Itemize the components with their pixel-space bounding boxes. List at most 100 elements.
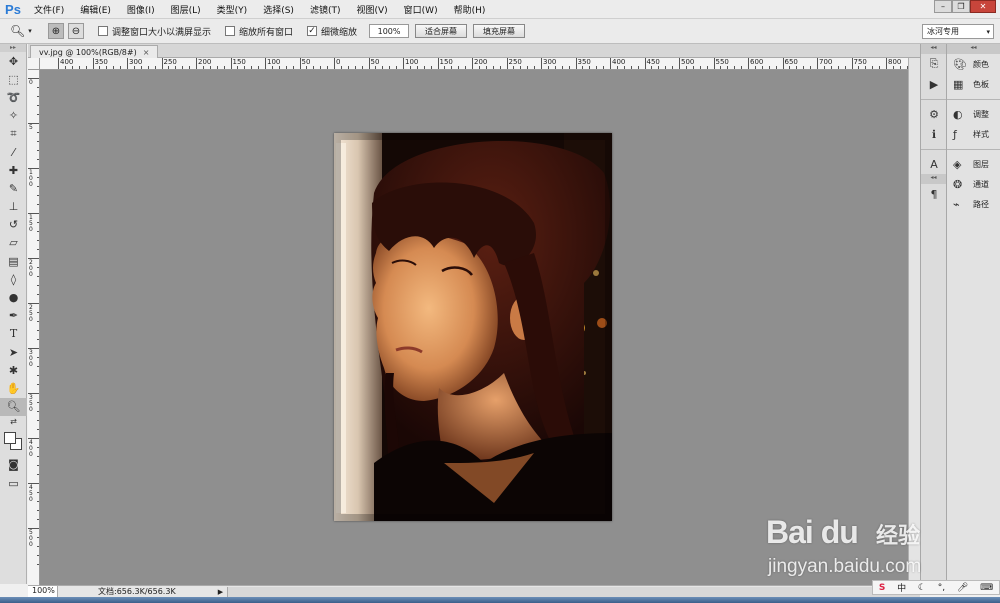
zoom-value-field[interactable]: 100%: [369, 24, 410, 38]
document-tab-title: vv.jpg @ 100%(RGB/8#): [39, 47, 137, 57]
ruler-minor-tick: [665, 66, 667, 69]
ruler-minor-tick: [375, 66, 377, 69]
status-zoom-field[interactable]: 100%: [28, 586, 58, 597]
swatches-panel-button[interactable]: ▦ 色板: [947, 74, 1000, 94]
brush-tool-icon[interactable]: ✎: [0, 179, 27, 197]
ruler-minor-tick: [706, 66, 708, 69]
scrubby-zoom-option[interactable]: ✓ 细微缩放: [307, 25, 357, 38]
adjustments-panel-button[interactable]: ◐ 调整: [947, 104, 1000, 124]
swap-colors-icon[interactable]: ⇄: [0, 416, 27, 428]
info-panel-icon[interactable]: ℹ: [921, 124, 947, 144]
menu-help[interactable]: 帮助(H): [446, 3, 494, 16]
lasso-tool-icon[interactable]: ➰: [0, 88, 27, 106]
zoom-all-windows-checkbox[interactable]: [225, 26, 236, 36]
dodge-tool-icon[interactable]: ●: [0, 288, 27, 306]
eraser-tool-icon[interactable]: ▱: [0, 234, 27, 252]
menu-select[interactable]: 选择(S): [255, 3, 302, 16]
gradient-tool-icon[interactable]: ▤: [0, 252, 27, 270]
menu-window[interactable]: 窗口(W): [396, 3, 446, 16]
vertical-ruler[interactable]: 0 5 100 150 200 250 300 350 400 450 500: [28, 70, 40, 585]
punctuation-icon[interactable]: °,: [938, 583, 945, 593]
zoom-all-windows-option[interactable]: 缩放所有窗口: [225, 25, 293, 38]
menu-file[interactable]: 文件(F): [26, 3, 72, 16]
menu-edit[interactable]: 编辑(E): [72, 3, 119, 16]
properties-panel-icon[interactable]: ⚙: [921, 104, 947, 124]
quick-select-tool-icon[interactable]: ✧: [0, 107, 27, 125]
ruler-minor-tick: [582, 66, 584, 69]
paths-panel-label: 路径: [973, 199, 989, 209]
menu-image[interactable]: 图像(I): [119, 3, 163, 16]
zoom-out-button[interactable]: ⊖: [68, 23, 84, 39]
pen-tool-icon[interactable]: ✒: [0, 307, 27, 325]
panel-dock: ◂◂ 🎨︎ 颜色 ▦ 色板 ◐ 调整 ƒ 样式 ◈ 图层 ❂ 通道 ⌁ 路径: [946, 44, 1000, 585]
panel-grip[interactable]: ◂◂: [921, 174, 946, 184]
history-panel-icon[interactable]: ⎘: [921, 54, 947, 74]
ruler-minor-tick: [202, 66, 204, 69]
workspace-select[interactable]: 冰河专用 ▾: [922, 24, 994, 39]
zoom-tool-icon[interactable]: 🔍︎: [0, 397, 27, 416]
scrubby-zoom-checkbox[interactable]: ✓: [307, 26, 318, 36]
channels-panel-button[interactable]: ❂ 通道: [947, 174, 1000, 194]
panel-grip[interactable]: ◂◂: [921, 44, 946, 54]
moon-icon[interactable]: ☾: [918, 583, 926, 593]
paragraph-panel-icon[interactable]: ¶: [921, 184, 947, 204]
resize-windows-option[interactable]: 调整窗口大小以满屏显示: [98, 25, 211, 38]
mic-icon[interactable]: 🎤︎: [957, 583, 968, 593]
zoom-in-button[interactable]: ⊕: [48, 23, 64, 39]
panel-grip[interactable]: ▸▸: [0, 44, 26, 52]
hand-tool-icon[interactable]: ✋: [0, 379, 27, 397]
blur-tool-icon[interactable]: ◊: [0, 270, 27, 288]
minimize-icon[interactable]: –: [934, 0, 952, 13]
horizontal-ruler[interactable]: 400 350 300 250 200 150 100 50 0 50 100 150 200 250 30…: [40, 58, 908, 70]
history-brush-icon[interactable]: ↺: [0, 216, 27, 234]
type-tool-icon[interactable]: T: [0, 325, 27, 343]
move-tool-icon[interactable]: ✥: [0, 52, 27, 70]
ruler-minor-tick: [561, 66, 563, 69]
ruler-minor-tick: [596, 66, 598, 69]
character-panel-icon[interactable]: A: [921, 154, 947, 174]
healing-brush-icon[interactable]: ✚: [0, 161, 27, 179]
marquee-tool-icon[interactable]: ⬚: [0, 70, 27, 88]
ruler-minor-tick: [803, 66, 805, 69]
resize-windows-checkbox[interactable]: [98, 26, 108, 36]
quick-mask-icon[interactable]: ◙: [0, 456, 27, 474]
horizontal-scrollbar[interactable]: [227, 586, 920, 597]
ruler-minor-tick: [389, 66, 391, 69]
ruler-minor-tick: [741, 66, 743, 69]
restore-icon[interactable]: ❐: [952, 0, 970, 13]
ruler-origin[interactable]: [28, 58, 40, 70]
fit-screen-button[interactable]: 适合屏幕: [415, 24, 468, 38]
tool-preset-picker[interactable]: 🔍︎ ▾: [0, 24, 44, 38]
document-tab[interactable]: vv.jpg @ 100%(RGB/8#) ×: [30, 45, 159, 58]
sogou-ime-icon[interactable]: S: [879, 583, 885, 593]
keyboard-icon[interactable]: ⌨: [980, 583, 993, 593]
color-swatches[interactable]: [0, 428, 26, 456]
menu-filter[interactable]: 滤镜(T): [302, 3, 349, 16]
color-panel-button[interactable]: 🎨︎ 颜色: [947, 54, 1000, 74]
styles-panel-button[interactable]: ƒ 样式: [947, 124, 1000, 144]
ruler-minor-tick: [430, 66, 432, 69]
menu-type[interactable]: 类型(Y): [209, 3, 256, 16]
screen-mode-icon[interactable]: ▭: [0, 474, 27, 492]
panel-grip[interactable]: ◂◂: [947, 44, 1000, 54]
ime-mode[interactable]: 中: [897, 581, 906, 594]
close-tab-icon[interactable]: ×: [143, 48, 150, 57]
actions-panel-icon[interactable]: ▶: [921, 74, 947, 94]
shape-tool-icon[interactable]: ✱: [0, 361, 27, 379]
paths-panel-button[interactable]: ⌁ 路径: [947, 194, 1000, 214]
ruler-minor-tick: [113, 66, 115, 69]
menu-view[interactable]: 视图(V): [348, 3, 395, 16]
foreground-color-swatch[interactable]: [4, 431, 16, 444]
fill-screen-button[interactable]: 填充屏幕: [473, 24, 526, 38]
clone-stamp-icon[interactable]: ⊥: [0, 198, 27, 216]
path-select-icon[interactable]: ➤: [0, 343, 27, 361]
ruler-minor-tick: [520, 66, 522, 69]
status-menu-arrow-icon[interactable]: ▶: [218, 588, 223, 596]
crop-tool-icon[interactable]: ⌗: [0, 125, 27, 143]
layers-panel-button[interactable]: ◈ 图层: [947, 154, 1000, 174]
adjustments-panel-label: 调整: [973, 109, 989, 119]
close-window-icon[interactable]: ✕: [970, 0, 996, 13]
eyedropper-tool-icon[interactable]: ⁄: [0, 143, 27, 161]
menu-layer[interactable]: 图层(L): [163, 3, 209, 16]
ruler-tick-label: 400: [612, 58, 626, 66]
